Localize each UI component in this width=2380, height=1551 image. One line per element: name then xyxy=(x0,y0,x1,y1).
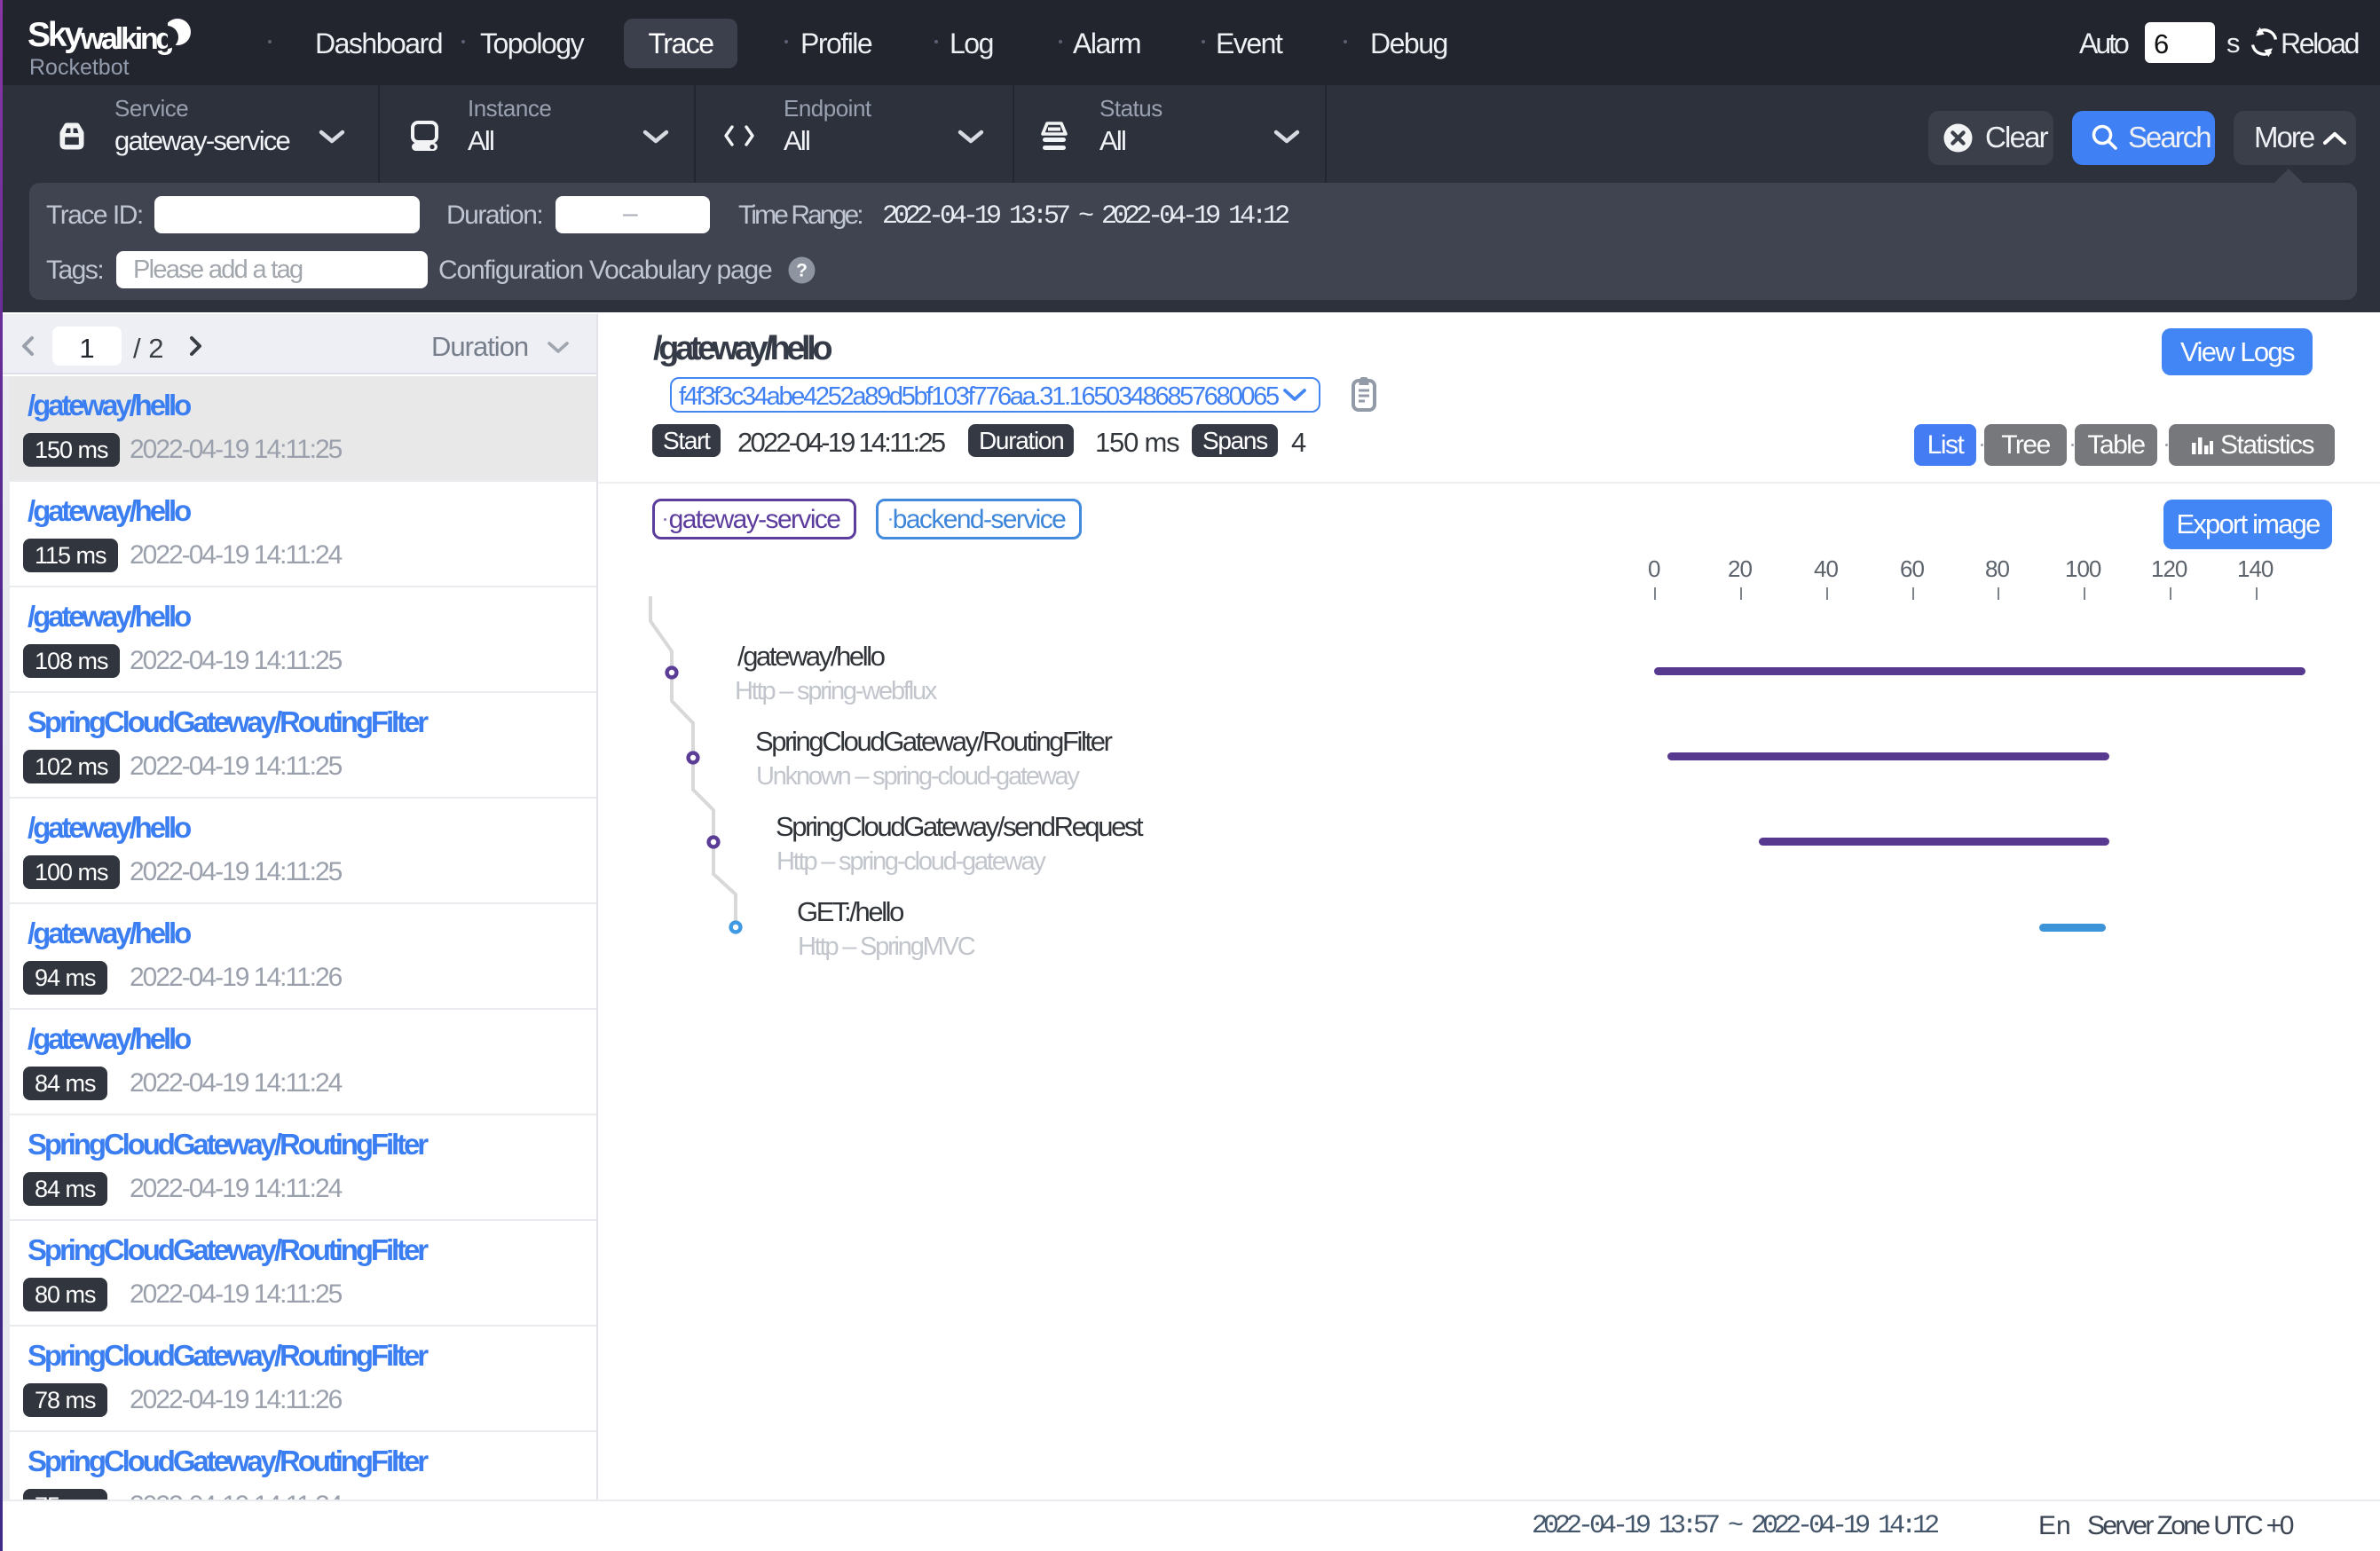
svg-text:?: ? xyxy=(796,261,808,281)
